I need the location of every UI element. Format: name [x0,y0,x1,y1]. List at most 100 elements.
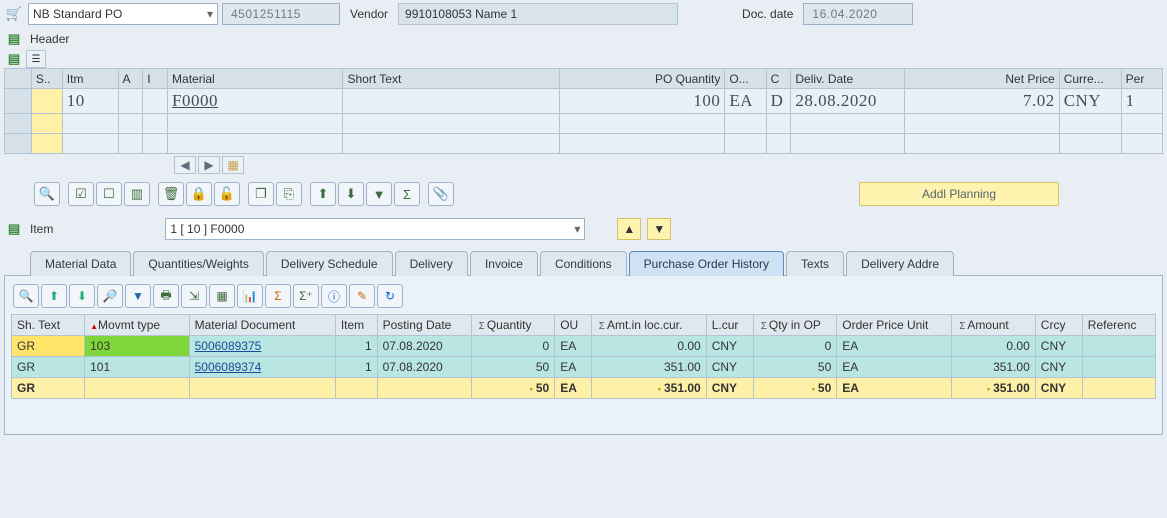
cell: EA [555,357,592,378]
hist-row[interactable]: GR 101 5006089374 1 07.08.2020 50 EA 351… [12,357,1156,378]
items-expand-icon[interactable]: ▤ [4,50,24,68]
cell-itm: 10 [62,89,118,114]
hcol-item[interactable]: Item [335,315,377,336]
alv-subtotal-button[interactable]: Σ⁺ [293,284,319,308]
table-row[interactable] [5,114,1163,134]
col-status[interactable]: S.. [31,69,62,89]
hcol-amt[interactable]: ΣAmt.in loc.cur. [591,315,706,336]
hist-sum-row: GR ▪50 EA ▪351.00 CNY ▪50 EA ▪351.00 CNY [12,378,1156,399]
alv-details-button[interactable]: 🔍 [13,284,39,308]
addl-planning-button[interactable]: Addl Planning [859,182,1059,206]
cell: EA [837,378,952,399]
header-expand-icon[interactable]: ▤ [4,30,24,48]
sort-asc-button[interactable]: ⬆ [310,182,336,206]
deselect-all-button[interactable]: ☐ [96,182,122,206]
scroll-right-button[interactable]: ▶ [198,156,220,174]
cell: EA [555,378,592,399]
prev-item-button[interactable]: ▲ [617,218,641,240]
alv-refresh-button[interactable]: ↻ [377,284,403,308]
cell: CNY [1035,357,1082,378]
table-row[interactable] [5,134,1163,154]
sum-button[interactable]: Σ [394,182,420,206]
alv-total-button[interactable]: Σ [265,284,291,308]
hcol-shtext[interactable]: Sh. Text [12,315,85,336]
hcol-matdoc[interactable]: Material Document [189,315,335,336]
cell: CNY [706,336,753,357]
tab-invoice[interactable]: Invoice [470,251,538,276]
table-row[interactable]: 10 F0000 100 EA D 28.08.2020 7.02 CNY 1 [5,89,1163,114]
cell: 101 [85,357,189,378]
hcol-amount[interactable]: ΣAmount [952,315,1036,336]
alv-info-button[interactable]: ⓘ [321,284,347,308]
select-all-rows-button[interactable]: ☰ [26,50,46,68]
tab-delivery-address[interactable]: Delivery Addre [846,251,954,276]
alv-filter-button[interactable]: ▼ [125,284,151,308]
hcol-lcur[interactable]: L.cur [706,315,753,336]
doc-date-label: Doc. date [742,7,793,21]
alv-graphic-button[interactable]: 📊 [237,284,263,308]
item-detail-expand-icon[interactable]: ▤ [4,220,24,238]
col-currency[interactable]: Curre... [1059,69,1121,89]
copy-button[interactable]: ❐ [248,182,274,206]
cell: ▪351.00 [952,378,1036,399]
sort-desc-button[interactable]: ⬇ [338,182,364,206]
col-delivdate[interactable]: Deliv. Date [791,69,905,89]
delete-button[interactable]: 🗑 [158,182,184,206]
hcol-crcy[interactable]: Crcy [1035,315,1082,336]
col-shorttext[interactable]: Short Text [343,69,560,89]
lock-button[interactable]: 🔒 [186,182,212,206]
hcol-mvt[interactable]: ▲Movmt type [85,315,189,336]
col-i[interactable]: I [143,69,168,89]
select-all-button[interactable]: ☑ [68,182,94,206]
tab-material-data[interactable]: Material Data [30,251,131,276]
alv-export-button[interactable]: ⇲ [181,284,207,308]
col-uom[interactable]: O... [725,69,766,89]
attachment-button[interactable]: 📎 [428,182,454,206]
col-cat[interactable]: C [766,69,791,89]
alv-change-button[interactable]: ✎ [349,284,375,308]
scroll-left-button[interactable]: ◀ [174,156,196,174]
alv-sort-desc-button[interactable]: ⬇ [69,284,95,308]
col-itm[interactable]: Itm [62,69,118,89]
item-selector-dropdown[interactable]: 1 [ 10 ] F0000 ▾ [165,218,585,240]
cell: EA [555,336,592,357]
alv-layout-button[interactable]: ▦ [209,284,235,308]
alv-print-button[interactable]: 🖶 [153,284,179,308]
tab-texts[interactable]: Texts [786,251,844,276]
paste-button[interactable]: ⎘ [276,182,302,206]
matdoc-link[interactable]: 5006089374 [195,360,262,374]
hcol-opu[interactable]: Order Price Unit [837,315,952,336]
cell-material[interactable]: F0000 [172,91,218,110]
column-config-button[interactable]: ▦ [222,156,244,174]
hcol-qtyop[interactable]: ΣQty in OP [753,315,837,336]
detail-button[interactable]: 🔍 [34,182,60,206]
col-netprice[interactable]: Net Price [904,69,1059,89]
hist-row[interactable]: GR 103 5006089375 1 07.08.2020 0 EA 0.00… [12,336,1156,357]
alv-sort-asc-button[interactable]: ⬆ [41,284,67,308]
matdoc-link[interactable]: 5006089375 [195,339,262,353]
col-material[interactable]: Material [168,69,343,89]
col-poqty[interactable]: PO Quantity [560,69,725,89]
hcol-posting[interactable]: Posting Date [377,315,471,336]
col-a[interactable]: A [118,69,143,89]
item-detail-tabs: Material Data Quantities/Weights Deliver… [0,250,1167,275]
tab-quantities-weights[interactable]: Quantities/Weights [133,251,264,276]
col-per[interactable]: Per [1121,69,1162,89]
hcol-qty[interactable]: ΣQuantity [471,315,555,336]
item-detail-label: Item [30,222,53,236]
filter-button[interactable]: ▼ [366,182,392,206]
hcol-ref[interactable]: Referenc [1082,315,1155,336]
doc-date-field: 16.04.2020 [803,3,913,25]
tab-po-history[interactable]: Purchase Order History [629,251,784,276]
hcol-ou[interactable]: OU [555,315,592,336]
tab-delivery-schedule[interactable]: Delivery Schedule [266,251,393,276]
unlock-button[interactable]: 🔓 [214,182,240,206]
tab-delivery[interactable]: Delivery [395,251,468,276]
doc-date-value: 16.04.2020 [812,7,877,21]
propose-button[interactable]: ▥ [124,182,150,206]
tab-conditions[interactable]: Conditions [540,251,627,276]
next-item-button[interactable]: ▼ [647,218,671,240]
cell: GR [12,357,85,378]
po-type-dropdown[interactable]: NB Standard PO ▾ [28,3,218,25]
alv-find-button[interactable]: 🔎 [97,284,123,308]
